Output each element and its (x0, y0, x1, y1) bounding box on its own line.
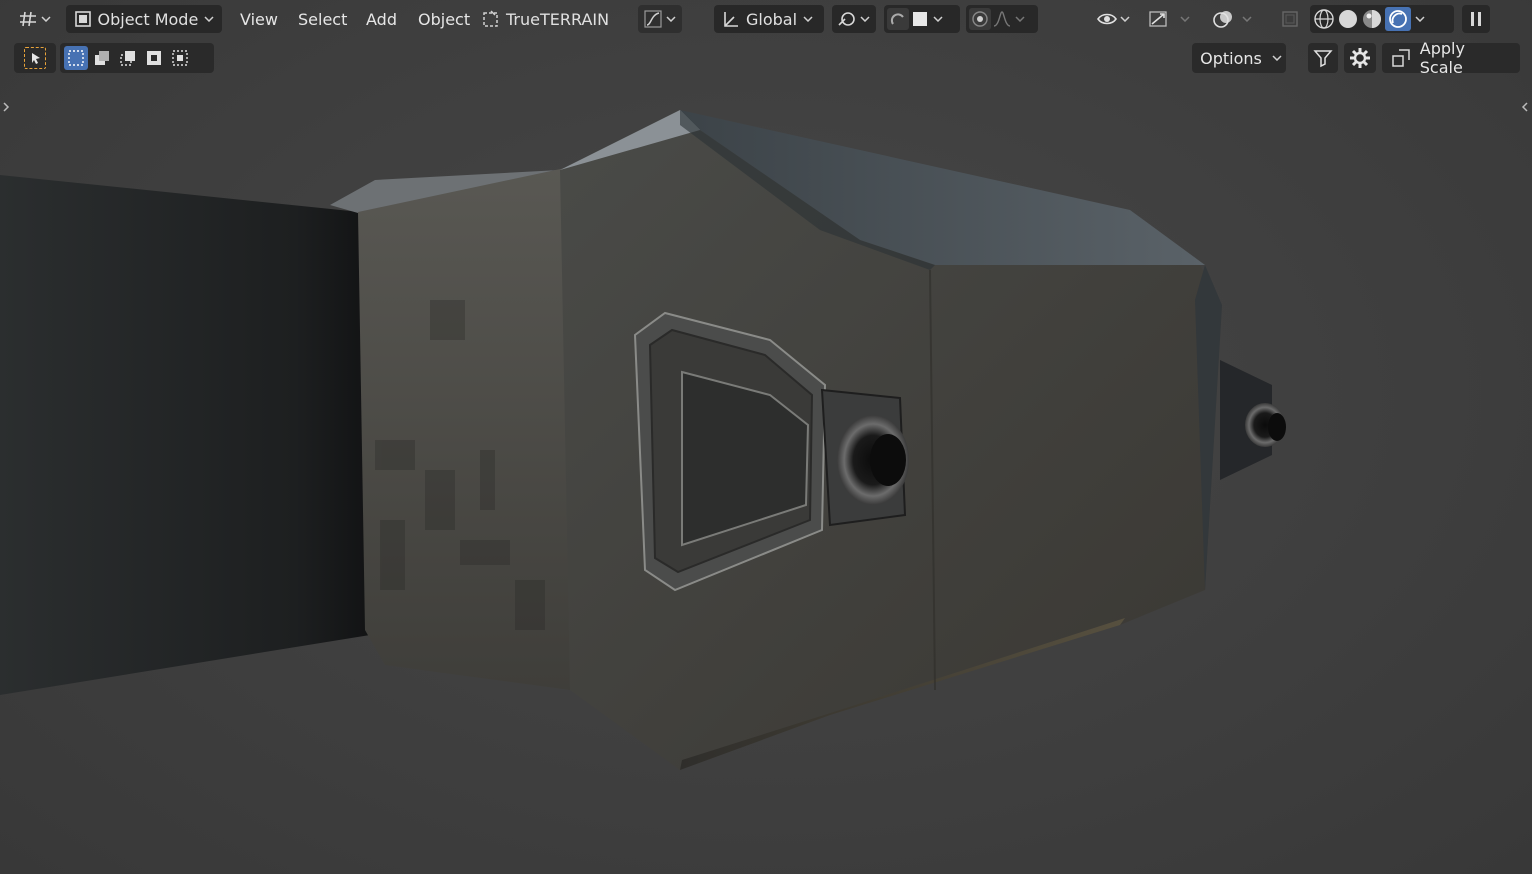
pivot-point-dropdown[interactable] (832, 5, 876, 33)
menu-view[interactable]: View (232, 5, 286, 33)
chevron-down-icon (1240, 12, 1254, 26)
menu-select[interactable]: Select (290, 5, 355, 33)
filter-button[interactable] (1308, 43, 1338, 73)
chevron-down-icon (801, 12, 815, 26)
pivot-icon (836, 8, 858, 30)
chevron-down-icon (39, 12, 53, 26)
mode-dropdown[interactable]: Object Mode (66, 5, 222, 33)
material-shading-icon[interactable] (1361, 8, 1383, 30)
overlay-icon (1212, 8, 1234, 30)
terrain-selection-icon (480, 8, 502, 30)
shading-mode-group (1310, 5, 1454, 33)
orientation-axis-icon (720, 8, 742, 30)
filter-icon (1312, 47, 1334, 69)
chevron-down-icon (858, 12, 872, 26)
selection-subtract-icon[interactable] (116, 46, 140, 70)
gizmo-icon (1148, 8, 1170, 30)
proportional-edit-icon[interactable] (969, 8, 991, 30)
toolbar-expand-arrow[interactable] (1, 100, 11, 114)
viewport-header: Object Mode View Select Add Object TrueT… (0, 0, 1532, 38)
pause-render-button[interactable] (1462, 5, 1490, 33)
tool-settings-bar: Options Apply Scale (0, 39, 1532, 77)
3d-viewport[interactable] (0, 0, 1532, 874)
viewport-scene (0, 110, 1286, 770)
editor-type-button[interactable] (12, 5, 58, 33)
pause-icon (1465, 8, 1487, 30)
viewport-grid-icon (17, 8, 39, 30)
chevron-down-icon (1272, 51, 1282, 65)
chevron-down-icon[interactable] (1013, 12, 1027, 26)
active-tool-button[interactable] (14, 43, 56, 73)
transform-orientation-dropdown[interactable]: Global (714, 5, 824, 33)
selection-mode-icon[interactable] (64, 46, 88, 70)
apply-scale-icon (1390, 47, 1412, 69)
selection-mode-group (60, 43, 214, 73)
chevron-down-icon (1178, 12, 1192, 26)
object-mode-icon (72, 8, 94, 30)
options-dropdown[interactable]: Options (1192, 43, 1286, 73)
gear-icon (1349, 47, 1371, 69)
visibility-icon (1096, 8, 1118, 30)
wireframe-shading-icon[interactable] (1313, 8, 1335, 30)
select-tool-icon (23, 46, 47, 70)
chevron-down-icon (1118, 12, 1132, 26)
proportional-edit-controls (966, 5, 1038, 33)
selection-extend-icon[interactable] (90, 46, 114, 70)
xray-icon (1279, 8, 1301, 30)
overlay-controls[interactable] (1210, 5, 1266, 33)
snap-controls (884, 5, 960, 33)
orientation-label: Global (746, 9, 798, 29)
trueterrain-label: TrueTERRAIN (506, 9, 610, 29)
selection-invert-icon[interactable] (142, 46, 166, 70)
apply-scale-button[interactable]: Apply Scale (1382, 39, 1520, 77)
chevron-down-icon (202, 12, 216, 26)
chevron-down-icon[interactable] (931, 12, 945, 26)
mode-label: Object Mode (97, 9, 199, 29)
curve-icon (642, 8, 664, 30)
xray-toggle[interactable] (1276, 5, 1304, 33)
options-label: Options (1200, 48, 1262, 68)
menu-object[interactable]: Object (410, 5, 478, 33)
rendered-shading-icon[interactable] (1385, 7, 1411, 31)
selection-intersect-icon[interactable] (168, 46, 192, 70)
solid-shading-icon[interactable] (1337, 8, 1359, 30)
curve-dropdown[interactable] (638, 5, 682, 33)
sidebar-expand-arrow[interactable] (1520, 100, 1530, 114)
apply-scale-label: Apply Scale (1419, 39, 1465, 77)
snap-icon[interactable] (887, 8, 909, 30)
visibility-dropdown[interactable] (1094, 5, 1138, 33)
snap-target-icon[interactable] (909, 8, 931, 30)
gizmo-controls[interactable] (1146, 5, 1204, 33)
trueterrain-addon-button[interactable]: TrueTERRAIN (480, 5, 630, 33)
falloff-curve-icon[interactable] (991, 8, 1013, 30)
settings-button[interactable] (1344, 43, 1376, 73)
chevron-down-icon (664, 12, 678, 26)
menu-add[interactable]: Add (358, 5, 405, 33)
chevron-down-icon[interactable] (1413, 12, 1427, 26)
